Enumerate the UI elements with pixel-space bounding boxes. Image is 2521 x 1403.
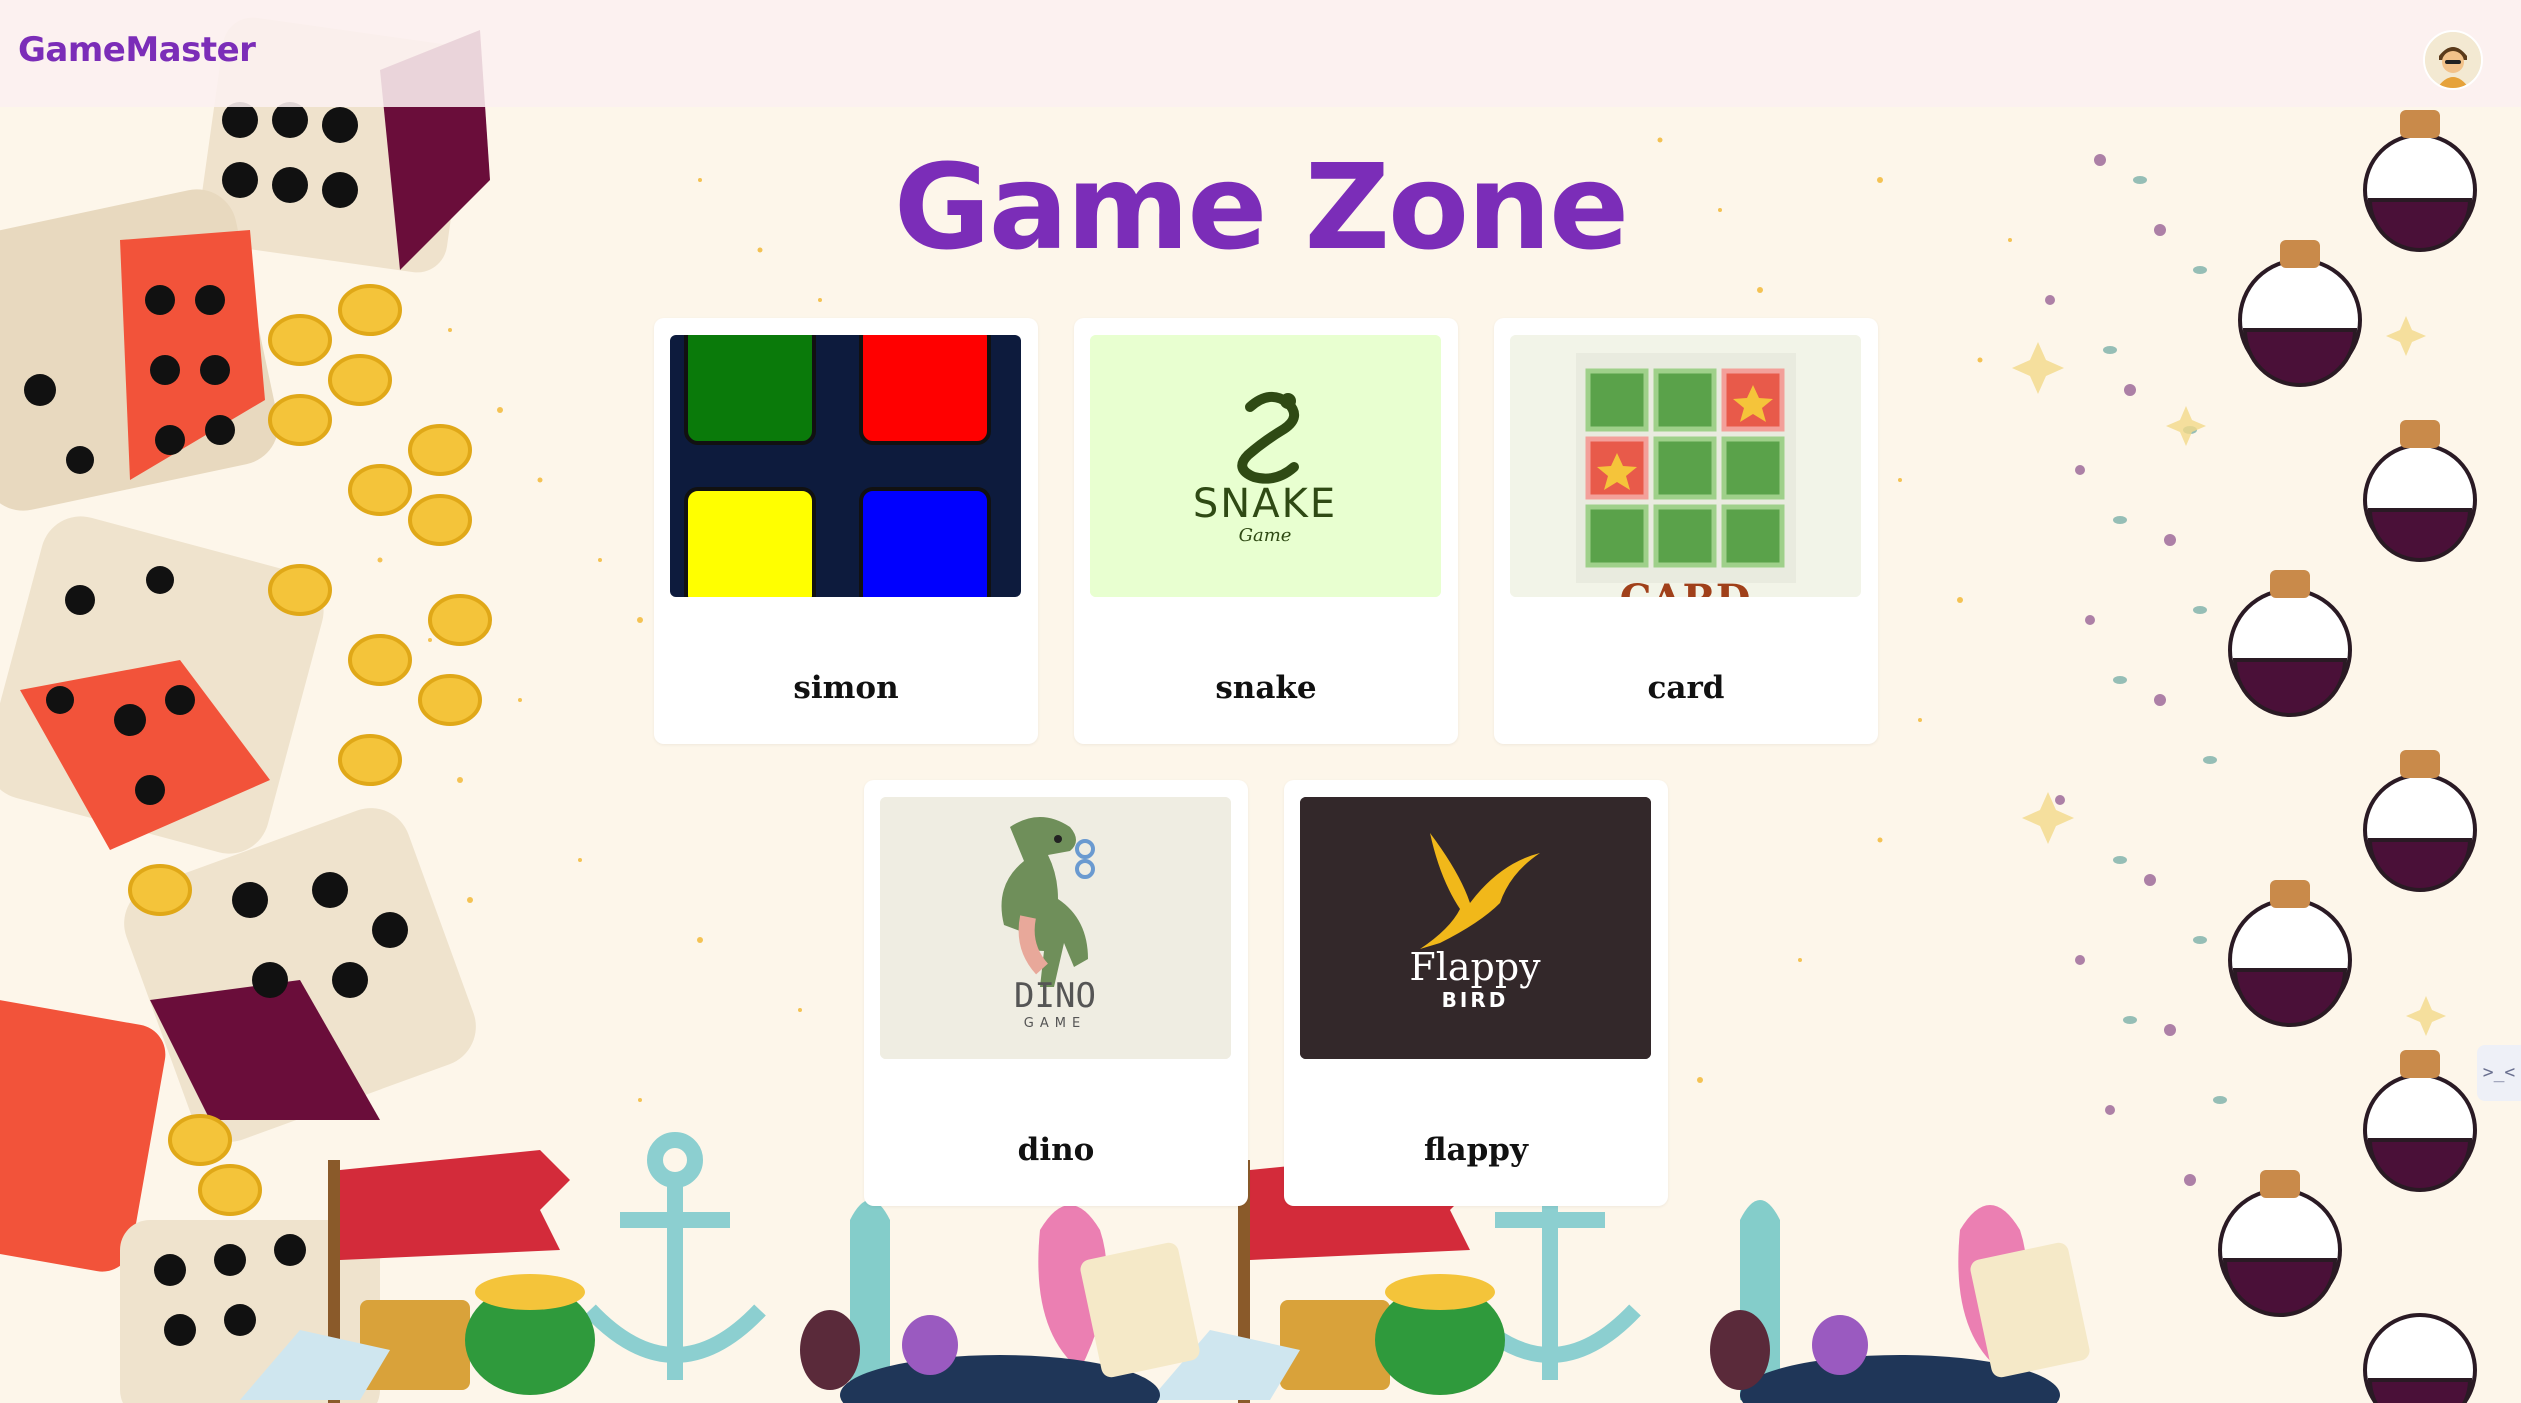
game-card-dino[interactable]: DINO GAME dino	[864, 780, 1248, 1206]
flappy-thumb-subtitle: BIRD	[1442, 988, 1509, 1012]
snake-thumb-title: SNAKE	[1193, 481, 1337, 527]
game-card-simon[interactable]: simon	[654, 318, 1038, 744]
game-card-card[interactable]: CARD card	[1494, 318, 1878, 744]
brand-logo[interactable]: GameMaster	[18, 30, 256, 70]
game-card-snake[interactable]: SNAKE Game snake	[1074, 318, 1458, 744]
card-thumb-title: CARD	[1620, 576, 1751, 597]
simon-thumbnail	[670, 335, 1021, 597]
dino-thumb-title: DINO	[1014, 976, 1096, 1016]
dino-thumbnail: DINO GAME	[880, 797, 1231, 1059]
avatar-icon[interactable]	[2423, 30, 2483, 90]
dino-thumb-subtitle: GAME	[1024, 1016, 1086, 1031]
card-thumbnail: CARD	[1510, 335, 1861, 597]
snake-thumb-subtitle: Game	[1239, 525, 1292, 546]
flappy-thumbnail: Flappy BIRD	[1300, 797, 1651, 1059]
game-card-label: simon	[793, 670, 899, 706]
game-card-label: flappy	[1424, 1132, 1528, 1168]
game-card-flappy[interactable]: Flappy BIRD flappy	[1284, 780, 1668, 1206]
game-card-label: dino	[1017, 1132, 1095, 1168]
game-card-label: card	[1647, 670, 1725, 706]
game-card-label: snake	[1215, 670, 1317, 706]
navbar: GameMaster	[0, 0, 2521, 107]
flappy-thumb-title: Flappy	[1409, 945, 1541, 989]
side-tab-icon[interactable]: >_<	[2477, 1045, 2521, 1101]
snake-thumbnail: SNAKE Game	[1090, 335, 1441, 597]
page-title: Game Zone	[893, 138, 1629, 276]
